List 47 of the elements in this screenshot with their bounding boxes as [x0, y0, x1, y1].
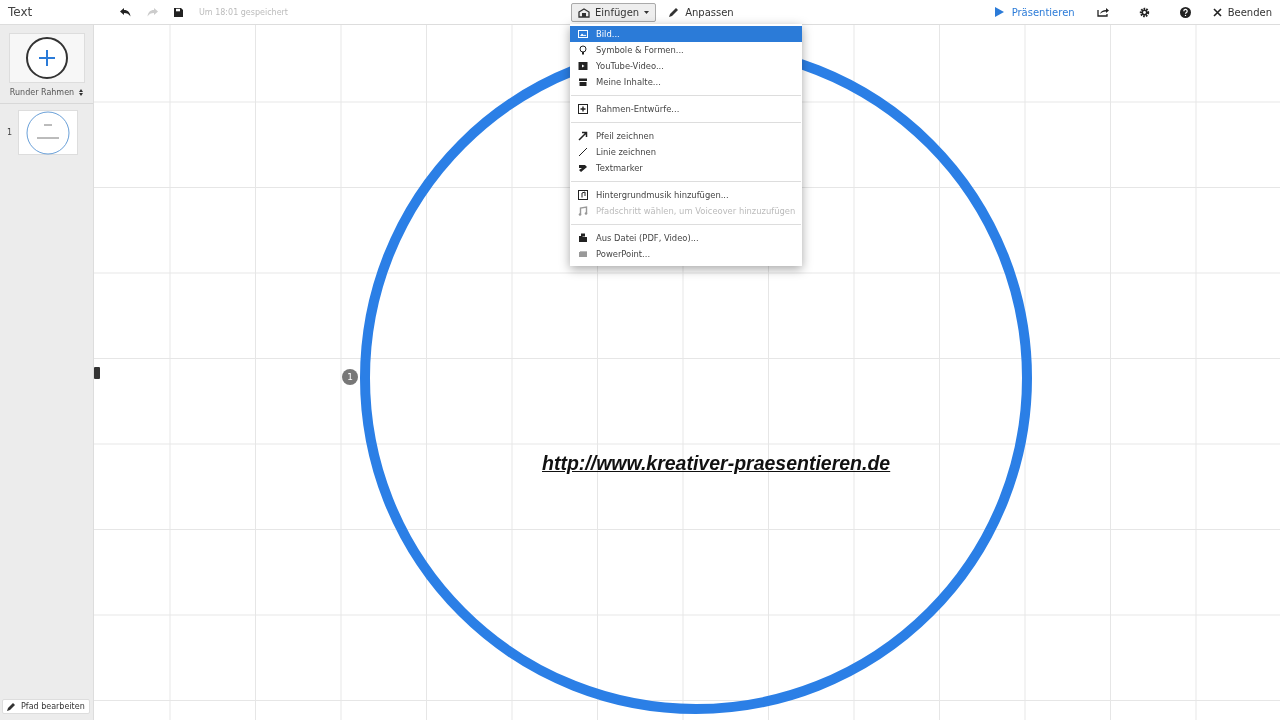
caret-icon	[644, 11, 650, 14]
stepper-icon	[79, 89, 84, 96]
add-frame-button[interactable]	[9, 33, 85, 83]
archive-icon	[578, 77, 588, 87]
menu-item[interactable]: Aus Datei (PDF, Video)...	[570, 230, 802, 246]
undo-button[interactable]	[120, 7, 131, 17]
menu-item[interactable]: Pfeil zeichnen	[570, 128, 802, 144]
music-note-icon	[578, 206, 588, 216]
folder-icon	[578, 233, 588, 243]
document-title: Text	[8, 5, 34, 19]
menu-item[interactable]: PowerPoint...	[570, 246, 802, 262]
save-status: Um 18:01 gespeichert	[199, 7, 288, 17]
menu-item[interactable]: Hintergrundmusik hinzufügen...	[570, 187, 802, 203]
image-icon	[578, 29, 588, 39]
frame-type-selector[interactable]: Runder Rahmen	[9, 88, 84, 97]
share-icon[interactable]	[1096, 7, 1109, 17]
menu-item[interactable]: YouTube-Video...	[570, 58, 802, 74]
menu-item[interactable]: Rahmen-Entwürfe...	[570, 101, 802, 117]
line-icon	[578, 147, 588, 157]
resize-handle[interactable]	[94, 367, 100, 379]
highlighter-icon	[578, 163, 588, 173]
customize-button[interactable]: Anpassen	[668, 7, 734, 18]
frame-plus-icon	[578, 104, 588, 114]
step-thumbnail[interactable]	[18, 110, 79, 155]
close-icon	[1212, 7, 1222, 17]
menu-item[interactable]: Textmarker	[570, 160, 802, 176]
step-number: 1	[7, 128, 13, 137]
pencil-icon	[7, 702, 16, 711]
play-icon	[994, 7, 1004, 17]
settings-icon[interactable]	[1138, 6, 1150, 18]
video-icon	[578, 61, 588, 71]
menu-item[interactable]: Symbole & Formen...	[570, 42, 802, 58]
exit-button[interactable]: Beenden	[1212, 6, 1272, 18]
insert-dropdown[interactable]: Einfügen	[571, 3, 657, 22]
menu-item[interactable]: Linie zeichnen	[570, 144, 802, 160]
present-button[interactable]: Präsentieren	[994, 6, 1075, 18]
help-icon[interactable]	[1179, 6, 1191, 18]
arrow-icon	[578, 131, 588, 141]
menu-item[interactable]: Bild...	[570, 26, 802, 42]
brush-icon	[668, 7, 680, 18]
website-link[interactable]: http://www.kreativer-praesentieren.de	[542, 452, 891, 475]
edit-path-button[interactable]: Pfad bearbeiten	[2, 699, 90, 714]
step-marker[interactable]: 1	[342, 369, 358, 385]
save-button[interactable]	[174, 7, 183, 17]
menu-item[interactable]: Meine Inhalte...	[570, 74, 802, 90]
lightbulb-icon	[578, 45, 588, 55]
slides-icon	[578, 249, 588, 259]
